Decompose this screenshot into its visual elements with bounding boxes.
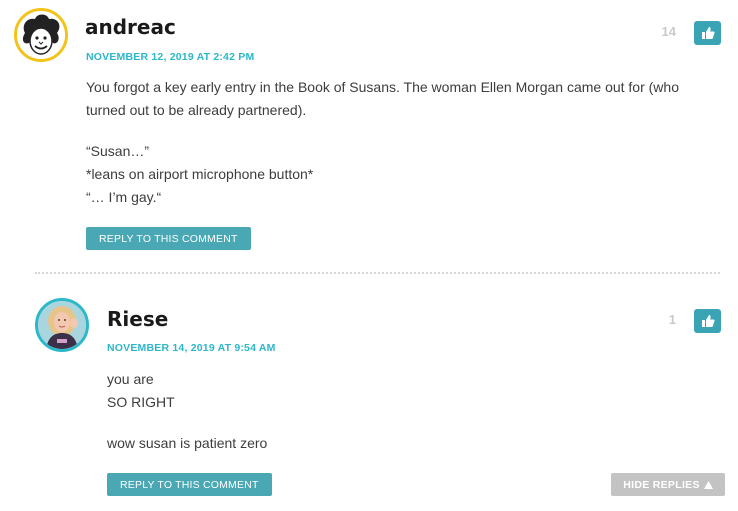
comment-line: “Susan…” bbox=[86, 143, 150, 159]
hide-replies-button[interactable]: HIDE REPLIES bbox=[611, 473, 725, 496]
comment-body: You forgot a key early entry in the Book… bbox=[86, 76, 679, 209]
comment-author[interactable]: Riese bbox=[107, 307, 168, 331]
comment-line: SO RIGHT bbox=[107, 394, 175, 410]
comment-body: you are SO RIGHT wow susan is patient ze… bbox=[107, 368, 267, 455]
comment-line: You forgot a key early entry in the Book… bbox=[86, 79, 679, 95]
comment-line: *leans on airport microphone button* bbox=[86, 166, 314, 182]
comment-line: you are bbox=[107, 371, 154, 387]
comment-author[interactable]: andreac bbox=[85, 15, 176, 39]
comment-thread: andreac NOVEMBER 12, 2019 AT 2:42 PM 14 … bbox=[0, 0, 738, 511]
cartoon-face-icon bbox=[17, 11, 65, 59]
like-button[interactable] bbox=[694, 309, 721, 333]
like-button[interactable] bbox=[694, 21, 721, 45]
reply-button[interactable]: REPLY TO THIS COMMENT bbox=[107, 473, 272, 496]
photo-avatar-icon bbox=[38, 301, 86, 349]
triangle-up-icon bbox=[703, 480, 713, 489]
like-count: 1 bbox=[668, 312, 676, 327]
thumbs-up-icon bbox=[701, 315, 715, 327]
reply-button[interactable]: REPLY TO THIS COMMENT bbox=[86, 227, 251, 250]
avatar[interactable] bbox=[35, 298, 89, 352]
comment-line: turned out to be already partnered). bbox=[86, 102, 307, 118]
divider bbox=[35, 272, 720, 274]
comment-date[interactable]: NOVEMBER 14, 2019 AT 9:54 AM bbox=[107, 342, 276, 354]
comment-date[interactable]: NOVEMBER 12, 2019 AT 2:42 PM bbox=[86, 51, 254, 63]
hide-replies-label: HIDE REPLIES bbox=[623, 478, 700, 491]
comment-line: wow susan is patient zero bbox=[107, 435, 268, 451]
thumbs-up-icon bbox=[701, 27, 715, 39]
like-count: 14 bbox=[661, 24, 676, 39]
avatar[interactable] bbox=[14, 8, 68, 62]
comment-line: “… I’m gay.“ bbox=[86, 189, 162, 205]
